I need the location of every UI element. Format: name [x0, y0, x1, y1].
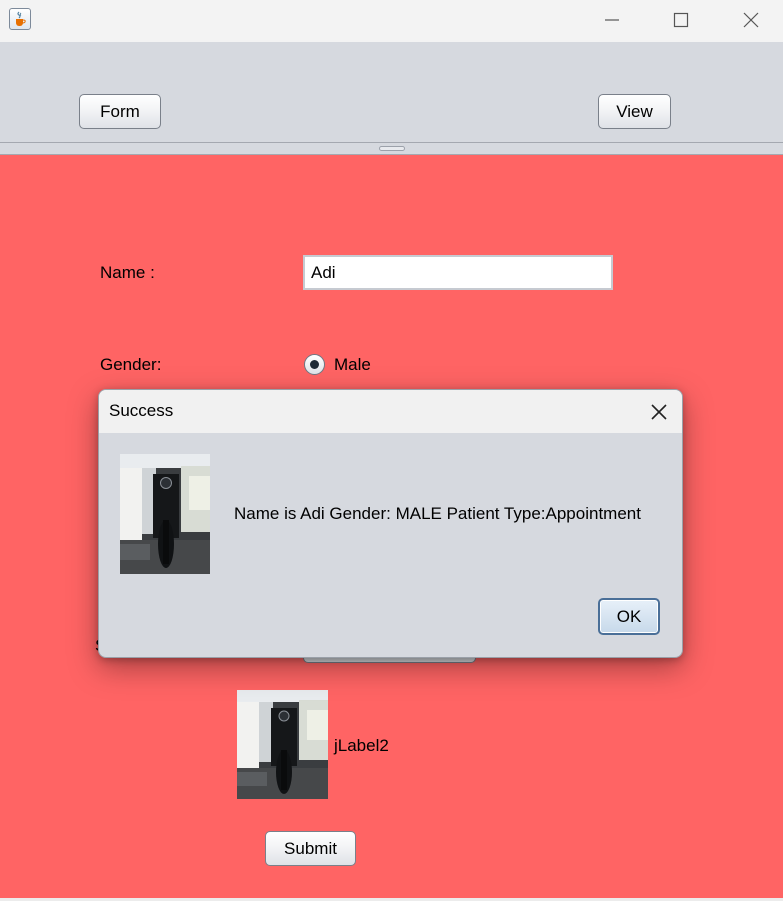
minimize-button[interactable]: [589, 5, 635, 35]
java-cup-icon: [9, 8, 31, 30]
window-close-button[interactable]: [728, 5, 774, 35]
split-pane-divider[interactable]: [0, 142, 783, 155]
maximize-icon: [673, 12, 689, 28]
view-button[interactable]: View: [598, 94, 671, 129]
submit-button[interactable]: Submit: [265, 831, 356, 866]
image-label: jLabel2: [334, 736, 389, 755]
maximize-button[interactable]: [658, 5, 704, 35]
name-input[interactable]: Adi: [303, 255, 613, 290]
ok-button[interactable]: OK: [598, 598, 660, 635]
name-label: Name :: [100, 263, 155, 282]
minimize-icon: [605, 19, 619, 21]
dialog-message: Name is Adi Gender: MALE Patient Type:Ap…: [234, 504, 641, 523]
divider-grip[interactable]: [379, 146, 405, 151]
close-icon: [651, 404, 667, 420]
gender-label: Gender:: [100, 355, 162, 374]
dialog-motorcycle-photo: [120, 454, 210, 574]
dialog-title: Success: [109, 401, 174, 420]
motorcycle-photo: [237, 690, 328, 799]
male-radio-button[interactable]: [304, 354, 325, 375]
dialog-close-button[interactable]: [647, 400, 671, 424]
window-titlebar: [0, 0, 783, 42]
close-icon: [743, 12, 759, 28]
male-radio-label[interactable]: Male: [334, 355, 371, 375]
dialog-titlebar: Success: [99, 390, 682, 433]
form-button[interactable]: Form: [79, 94, 161, 129]
